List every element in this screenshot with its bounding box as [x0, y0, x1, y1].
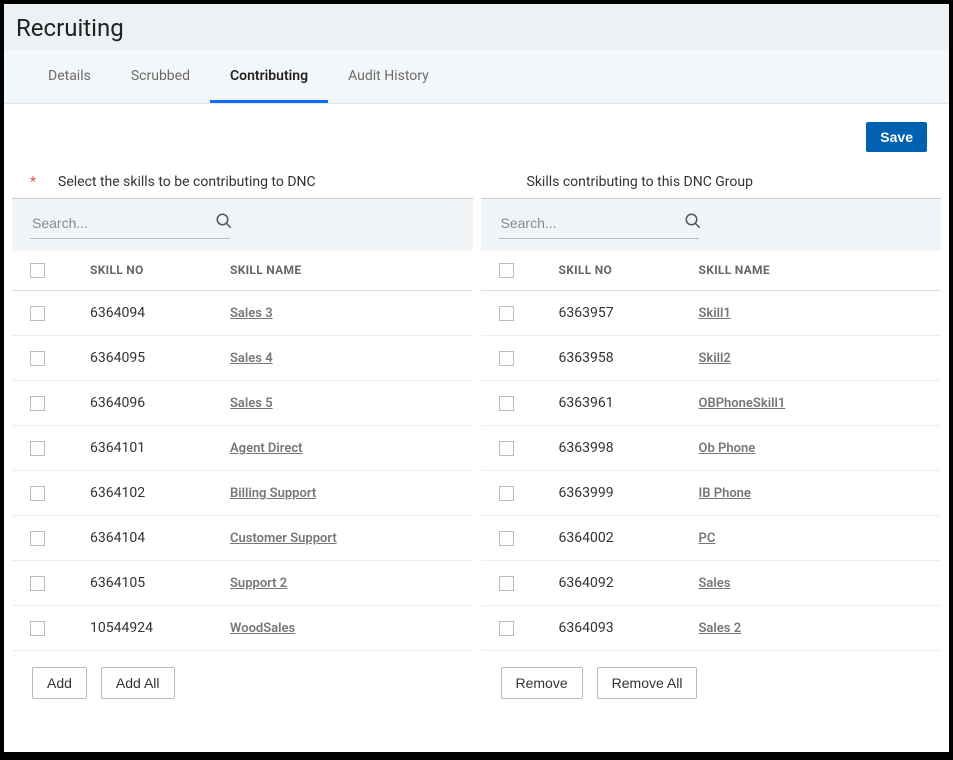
tabs: DetailsScrubbedContributingAudit History: [4, 50, 949, 104]
table-row: 6364101Agent Direct: [12, 426, 473, 471]
save-button[interactable]: Save: [866, 122, 927, 152]
left-row-checkbox[interactable]: [30, 576, 45, 591]
right-row-checkbox[interactable]: [499, 486, 514, 501]
table-row: 6364002PC: [481, 516, 942, 561]
skill-no: 6363998: [559, 440, 699, 456]
skill-no: 6363961: [559, 395, 699, 411]
skill-name-link[interactable]: Sales 2: [699, 621, 742, 636]
skill-no: 6364094: [90, 305, 230, 321]
skill-name-link[interactable]: Customer Support: [230, 531, 337, 546]
left-search-input[interactable]: [30, 211, 215, 235]
left-select-all-checkbox[interactable]: [30, 263, 45, 278]
skill-name-link[interactable]: Sales 4: [230, 351, 273, 366]
right-search-input[interactable]: [499, 211, 684, 235]
right-row-checkbox[interactable]: [499, 621, 514, 636]
right-panel: Skills contributing to this DNC Group SK…: [477, 162, 946, 715]
right-select-all-checkbox[interactable]: [499, 263, 514, 278]
skill-no: 6364096: [90, 395, 230, 411]
table-row: 6363999IB Phone: [481, 471, 942, 516]
table-row: 6364093Sales 2: [481, 606, 942, 651]
col-skill-no: SKILL NO: [559, 263, 699, 278]
skill-name-link[interactable]: Support 2: [230, 576, 287, 591]
required-marker: *: [30, 174, 40, 190]
skill-no: 6364105: [90, 575, 230, 591]
skill-no: 6363999: [559, 485, 699, 501]
left-row-checkbox[interactable]: [30, 621, 45, 636]
col-skill-no: SKILL NO: [90, 263, 230, 278]
left-row-checkbox[interactable]: [30, 396, 45, 411]
skill-no: 6363958: [559, 350, 699, 366]
left-panel: * Select the skills to be contributing t…: [8, 162, 477, 715]
skill-no: 6364101: [90, 440, 230, 456]
left-row-checkbox[interactable]: [30, 531, 45, 546]
right-row-checkbox[interactable]: [499, 351, 514, 366]
skill-no: 6364104: [90, 530, 230, 546]
tab-audit-history[interactable]: Audit History: [328, 50, 449, 103]
skill-name-link[interactable]: Sales: [699, 576, 731, 591]
skill-name-link[interactable]: PC: [699, 531, 716, 546]
left-panel-title: Select the skills to be contributing to …: [58, 174, 316, 190]
skill-name-link[interactable]: Sales 3: [230, 306, 273, 321]
skill-no: 10544924: [90, 620, 230, 636]
skill-name-link[interactable]: Ob Phone: [699, 441, 756, 456]
skill-name-link[interactable]: Billing Support: [230, 486, 316, 501]
table-row: 6364096Sales 5: [12, 381, 473, 426]
right-row-checkbox[interactable]: [499, 531, 514, 546]
table-row: 6363998Ob Phone: [481, 426, 942, 471]
page-title: Recruiting: [16, 14, 937, 42]
skill-no: 6364095: [90, 350, 230, 366]
skill-name-link[interactable]: Sales 5: [230, 396, 273, 411]
skill-name-link[interactable]: Agent Direct: [230, 441, 302, 456]
col-skill-name: SKILL NAME: [230, 263, 455, 278]
right-row-checkbox[interactable]: [499, 576, 514, 591]
tab-contributing[interactable]: Contributing: [210, 50, 328, 103]
skill-name-link[interactable]: Skill1: [699, 306, 731, 321]
skill-no: 6363957: [559, 305, 699, 321]
right-row-checkbox[interactable]: [499, 306, 514, 321]
skill-name-link[interactable]: WoodSales: [230, 621, 295, 636]
table-row: 6363958Skill2: [481, 336, 942, 381]
skill-no: 6364092: [559, 575, 699, 591]
table-row: 6364102Billing Support: [12, 471, 473, 516]
right-row-checkbox[interactable]: [499, 396, 514, 411]
right-row-checkbox[interactable]: [499, 441, 514, 456]
left-row-checkbox[interactable]: [30, 486, 45, 501]
add-all-button[interactable]: Add All: [101, 667, 175, 699]
left-row-checkbox[interactable]: [30, 351, 45, 366]
left-row-checkbox[interactable]: [30, 441, 45, 456]
tab-details[interactable]: Details: [28, 50, 111, 103]
table-row: 6364105Support 2: [12, 561, 473, 606]
left-row-checkbox[interactable]: [30, 306, 45, 321]
table-row: 6363957Skill1: [481, 291, 942, 336]
add-button[interactable]: Add: [32, 667, 87, 699]
search-icon[interactable]: [684, 212, 702, 234]
remove-button[interactable]: Remove: [501, 667, 583, 699]
right-panel-title: Skills contributing to this DNC Group: [527, 174, 753, 190]
table-row: 6364095Sales 4: [12, 336, 473, 381]
table-row: 6364094Sales 3: [12, 291, 473, 336]
tab-scrubbed[interactable]: Scrubbed: [111, 50, 210, 103]
skill-no: 6364102: [90, 485, 230, 501]
skill-name-link[interactable]: IB Phone: [699, 486, 751, 501]
skill-name-link[interactable]: OBPhoneSkill1: [699, 396, 786, 411]
table-row: 6364092Sales: [481, 561, 942, 606]
skill-no: 6364002: [559, 530, 699, 546]
table-row: 10544924WoodSales: [12, 606, 473, 651]
col-skill-name: SKILL NAME: [699, 263, 924, 278]
remove-all-button[interactable]: Remove All: [597, 667, 698, 699]
table-row: 6364104Customer Support: [12, 516, 473, 561]
skill-no: 6364093: [559, 620, 699, 636]
search-icon[interactable]: [215, 212, 233, 234]
skill-name-link[interactable]: Skill2: [699, 351, 731, 366]
table-row: 6363961OBPhoneSkill1: [481, 381, 942, 426]
